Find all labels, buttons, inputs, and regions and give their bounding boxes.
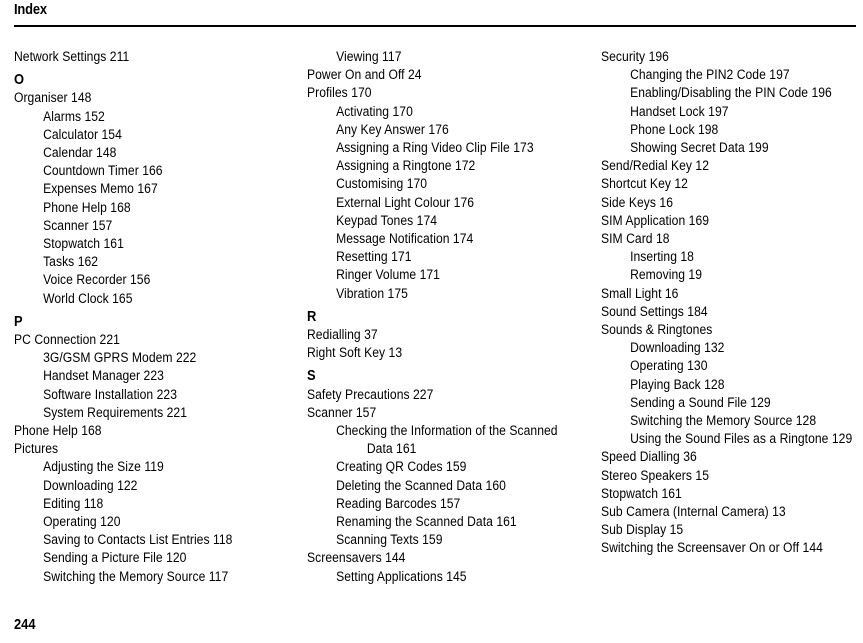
header-divider xyxy=(14,25,856,27)
index-entry: PC Connection 221 xyxy=(14,332,120,349)
index-entry: Screensavers 144 xyxy=(307,550,406,567)
index-entry: Scanner 157 xyxy=(307,404,377,421)
index-sub-entry: Stopwatch 161 xyxy=(43,236,124,253)
index-sub-entry: Assigning a Ringtone 172 xyxy=(336,158,476,175)
index-sub-entry: Renaming the Scanned Data 161 xyxy=(336,514,517,531)
index-column-1: Network Settings 211 O Organiser 148 Alarms… xyxy=(14,48,300,586)
index-sub-entry: Alarms 152 xyxy=(43,108,105,125)
index-sub-entry: System Requirements 221 xyxy=(43,404,187,421)
index-entry-text: Checking the Information of the Scanned xyxy=(336,423,558,440)
index-entry: Switching the Screensaver On or Off 144 xyxy=(601,540,823,557)
index-sub-entry: Showing Secret Data 199 xyxy=(630,140,769,157)
index-sub-entry: Assigning a Ring Video Clip File 173 xyxy=(336,140,534,157)
index-sub-entry: Changing the PIN2 Code 197 xyxy=(630,67,790,84)
index-entry: Sound Settings 184 xyxy=(601,303,708,320)
index-entry: Pictures xyxy=(14,441,59,458)
index-sub-entry: Deleting the Scanned Data 160 xyxy=(336,477,506,494)
index-sub-entry: Viewing 117 xyxy=(336,49,402,65)
index-sub-entry: Adjusting the Size 119 xyxy=(43,459,164,476)
index-column-2: Viewing 117 Power On and Off 24 Profiles 1… xyxy=(307,48,595,586)
index-sub-entry: Switching the Memory Source 128 xyxy=(630,413,817,430)
index-sub-entry: Saving to Contacts List Entries 118 xyxy=(43,532,233,549)
index-columns: Network Settings 211 O Organiser 148 Alarms… xyxy=(0,48,863,608)
index-sub-entry: External Light Colour 176 xyxy=(336,194,475,211)
index-sub-entry: Keypad Tones 174 xyxy=(336,212,438,229)
index-column-3: Security 196 Changing the PIN2 Code 197 En… xyxy=(601,48,863,558)
index-entry: Phone Help 168 xyxy=(14,423,102,440)
index-entry: Speed Dialling 36 xyxy=(601,449,697,466)
index-sub-entry: Calendar 148 xyxy=(43,145,117,162)
index-letter-heading: O xyxy=(14,71,25,89)
index-entry-continuation: Data 161 xyxy=(366,441,417,458)
index-sub-entry: Phone Lock 198 xyxy=(630,121,719,138)
index-sub-entry: 3G/GSM GPRS Modem 222 xyxy=(43,350,197,367)
page-title: Index xyxy=(14,1,47,18)
index-sub-entry: Scanner 157 xyxy=(43,217,113,234)
index-sub-entry: Operating 120 xyxy=(43,514,121,531)
index-sub-entry: Downloading 122 xyxy=(43,477,138,494)
index-sub-entry: Phone Help 168 xyxy=(43,199,131,216)
index-sub-entry: Ringer Volume 171 xyxy=(336,267,440,284)
index-entry: Stopwatch 161 xyxy=(601,485,682,502)
index-sub-entry: Switching the Memory Source 117 xyxy=(43,568,229,585)
index-sub-entry: Downloading 132 xyxy=(630,340,725,357)
index-entry: Organiser 148 xyxy=(14,90,92,107)
index-sub-entry: Handset Manager 223 xyxy=(43,368,164,385)
index-sub-entry: Operating 130 xyxy=(630,358,708,375)
index-sub-entry: Inserting 18 xyxy=(630,249,694,266)
index-entry: Security 196 xyxy=(601,49,669,65)
index-letter-heading: R xyxy=(307,307,317,325)
index-sub-entry: Sending a Picture File 120 xyxy=(43,550,187,567)
index-sub-entry: Sending a Sound File 129 xyxy=(630,394,771,411)
index-entry: Profiles 170 xyxy=(307,85,372,102)
index-sub-entry: Using the Sound Files as a Ringtone 129 xyxy=(630,431,853,448)
index-sub-entry: Countdown Timer 166 xyxy=(43,163,163,180)
page-number: 244 xyxy=(14,616,36,633)
index-sub-entry: Voice Recorder 156 xyxy=(43,272,151,289)
index-entry: Sub Display 15 xyxy=(601,522,684,539)
index-sub-entry: Enabling/Disabling the PIN Code 196 xyxy=(630,85,832,102)
index-sub-entry: Checking the Information of the Scanned D… xyxy=(307,422,624,458)
index-sub-entry: Creating QR Codes 159 xyxy=(336,459,467,476)
index-sub-entry: Resetting 171 xyxy=(336,249,412,266)
index-sub-entry: Tasks 162 xyxy=(43,254,99,271)
index-sub-entry: Scanning Texts 159 xyxy=(336,532,443,549)
index-entry: Shortcut Key 12 xyxy=(601,176,688,193)
index-letter-heading: S xyxy=(307,367,316,385)
index-entry: SIM Application 169 xyxy=(601,212,710,229)
index-entry: Sounds & Ringtones xyxy=(601,322,713,339)
index-sub-entry: Activating 170 xyxy=(336,103,413,120)
index-entry: Stereo Speakers 15 xyxy=(601,467,709,484)
page-footer: 244 xyxy=(14,616,39,633)
index-entry: Network Settings 211 xyxy=(14,49,130,65)
index-entry: Power On and Off 24 xyxy=(307,67,422,84)
page-header: Index xyxy=(14,0,856,27)
index-sub-entry: Expenses Memo 167 xyxy=(43,181,158,198)
index-page: Index Network Settings 211 O Organiser 148… xyxy=(0,0,863,643)
index-sub-entry: Vibration 175 xyxy=(336,285,408,302)
index-entry: Sub Camera (Internal Camera) 13 xyxy=(601,504,786,521)
index-sub-entry: Removing 19 xyxy=(630,267,703,284)
index-sub-entry: Any Key Answer 176 xyxy=(336,121,449,138)
index-entry: Side Keys 16 xyxy=(601,194,673,211)
index-sub-entry: World Clock 165 xyxy=(43,290,133,307)
index-entry: SIM Card 18 xyxy=(601,231,670,248)
index-entry: Redialling 37 xyxy=(307,327,378,344)
index-letter-heading: P xyxy=(14,312,23,330)
index-sub-entry: Software Installation 223 xyxy=(43,386,177,403)
index-sub-entry: Message Notification 174 xyxy=(336,231,474,248)
index-sub-entry: Customising 170 xyxy=(336,176,428,193)
index-sub-entry: Setting Applications 145 xyxy=(336,568,467,585)
index-entry: Right Soft Key 13 xyxy=(307,345,403,362)
index-sub-entry: Handset Lock 197 xyxy=(630,103,729,120)
index-sub-entry: Playing Back 128 xyxy=(630,376,725,393)
index-entry: Send/Redial Key 12 xyxy=(601,158,709,175)
index-sub-entry: Calculator 154 xyxy=(43,126,122,143)
index-sub-entry: Editing 118 xyxy=(43,495,104,512)
index-entry: Small Light 16 xyxy=(601,285,679,302)
index-entry: Safety Precautions 227 xyxy=(307,386,434,403)
index-sub-entry: Reading Barcodes 157 xyxy=(336,495,461,512)
